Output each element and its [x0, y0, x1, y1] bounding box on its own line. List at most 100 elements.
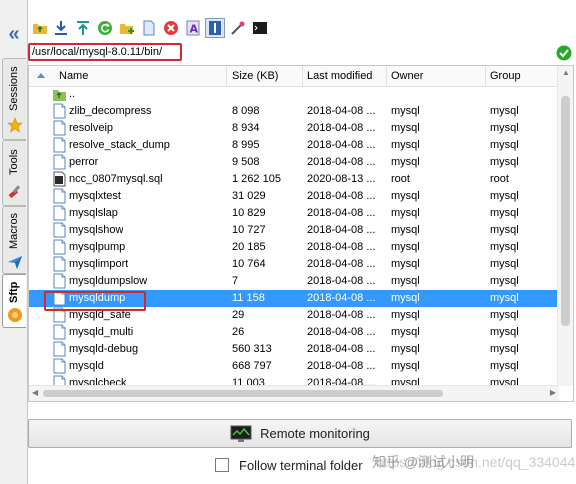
follow-terminal-option[interactable]: Follow terminal folder [215, 457, 363, 473]
column-header-owner[interactable]: Owner [387, 66, 486, 86]
file-size: 9 508 [232, 156, 260, 168]
column-header-name[interactable]: Name [55, 66, 227, 86]
file-owner: mysql [391, 156, 420, 168]
watermark-text: 知乎 @测试小明 [372, 454, 475, 470]
sort-ascending-icon [37, 73, 45, 78]
scroll-right-arrow-icon[interactable]: ▶ [550, 388, 556, 397]
table-row[interactable]: mysqlshow 10 727 2018-04-08 ... mysql mysql [29, 222, 559, 239]
table-row[interactable]: perror 9 508 2018-04-08 ... mysql mysql [29, 154, 559, 171]
file-icon [53, 205, 66, 221]
table-row[interactable]: mysqld_multi 26 2018-04-08 ... mysql mysql [29, 324, 559, 341]
upload-icon [77, 21, 89, 35]
tab-tools[interactable]: Tools [2, 140, 26, 206]
terminal-button[interactable] [250, 18, 270, 38]
delete-button[interactable] [161, 18, 181, 38]
file-name: zlib_decompress [69, 105, 152, 117]
new-folder-button[interactable] [117, 18, 137, 38]
file-group: mysql [490, 292, 519, 304]
new-file-button[interactable] [139, 18, 159, 38]
file-icon [53, 222, 66, 238]
toggle-view-button[interactable] [205, 18, 225, 38]
download-button[interactable] [51, 18, 71, 38]
file-modified: 2018-04-08 ... [307, 139, 376, 151]
parent-folder-button[interactable] [30, 18, 50, 38]
refresh-icon [98, 21, 112, 35]
file-name: .. [69, 88, 76, 100]
file-owner: mysql [391, 190, 420, 202]
vertical-scrollbar[interactable]: ▲ [557, 66, 573, 386]
file-size: 10 727 [232, 224, 266, 236]
table-row[interactable]: ncc_0807mysql.sql 1 262 105 2020-08-13 ...… [29, 171, 559, 188]
upload-button[interactable] [73, 18, 93, 38]
file-modified: 2018-04-08 ... [307, 241, 376, 253]
tools-icon [8, 185, 21, 199]
refresh-button[interactable] [95, 18, 115, 38]
file-size: 560 313 [232, 343, 272, 355]
table-row[interactable]: mysqld-debug 560 313 2018-04-08 ... mysql my… [29, 341, 559, 358]
file-icon [53, 120, 66, 136]
file-owner: mysql [391, 292, 420, 304]
file-group: mysql [490, 360, 519, 372]
file-modified: 2020-08-13 ... [307, 173, 376, 185]
column-header-size[interactable]: Size (KB) [228, 66, 303, 86]
file-modified: 2018-04-08 ... [307, 275, 376, 287]
file-modified: 2018-04-08 ... [307, 360, 376, 372]
table-row[interactable]: mysqlslap 10 829 2018-04-08 ... mysql mysql [29, 205, 559, 222]
tab-sftp[interactable]: Sftp [2, 274, 26, 328]
file-icon [53, 154, 66, 170]
column-header-group[interactable]: Group [486, 66, 559, 86]
vertical-scroll-thumb[interactable] [561, 96, 570, 326]
svg-text:A: A [190, 23, 199, 36]
tab-sessions[interactable]: Sessions [2, 58, 26, 140]
table-row[interactable]: mysqlpump 20 185 2018-04-08 ... mysql mysql [29, 239, 559, 256]
table-row[interactable]: mysqlxtest 31 029 2018-04-08 ... mysql mysql [29, 188, 559, 205]
file-owner: mysql [391, 275, 420, 287]
table-row[interactable]: mysqlimport 10 764 2018-04-08 ... mysql mysq… [29, 256, 559, 273]
file-size: 8 098 [232, 105, 260, 117]
toggle-view-icon [209, 21, 221, 35]
file-icon [53, 358, 66, 374]
collapse-sidebar-icon[interactable]: « [3, 22, 25, 46]
rename-button[interactable]: A [183, 18, 203, 38]
file-name: perror [69, 156, 99, 168]
file-icon [53, 256, 66, 272]
file-size: 8 934 [232, 122, 260, 134]
file-name: resolve_stack_dump [69, 139, 170, 151]
new-file-icon [143, 20, 155, 36]
file-icon [53, 273, 66, 289]
remote-monitoring-button[interactable]: Remote monitoring [28, 419, 572, 448]
parent-folder-icon [53, 90, 66, 101]
horizontal-scrollbar[interactable]: ◀ ▶ [29, 385, 559, 401]
scroll-left-arrow-icon[interactable]: ◀ [32, 388, 38, 397]
file-group: mysql [490, 343, 519, 355]
path-input[interactable]: /usr/local/mysql-8.0.11/bin/ [28, 43, 182, 61]
settings-wand-button[interactable] [228, 18, 248, 38]
file-modified: 2018-04-08 ... [307, 207, 376, 219]
path-ok-icon[interactable] [556, 45, 572, 61]
file-name: mysqlshow [69, 224, 124, 236]
monitor-icon [230, 425, 252, 442]
file-size: 11 158 [232, 292, 265, 304]
follow-terminal-checkbox[interactable] [215, 458, 229, 472]
table-row[interactable]: zlib_decompress 8 098 2018-04-08 ... mysql m… [29, 103, 559, 120]
table-row[interactable]: resolve_stack_dump 8 995 2018-04-08 ... mys… [29, 137, 559, 154]
file-modified: 2018-04-08 ... [307, 122, 376, 134]
table-row[interactable]: .. [29, 86, 559, 103]
file-owner: mysql [391, 105, 420, 117]
table-row[interactable]: mysqld 668 797 2018-04-08 ... mysql mysql [29, 358, 559, 375]
file-modified: 2018-04-08 ... [307, 156, 376, 168]
column-header-modified[interactable]: Last modified [303, 66, 387, 86]
horizontal-scroll-thumb[interactable] [43, 390, 443, 397]
tab-macros-label: Macros [8, 212, 20, 250]
file-owner: mysql [391, 139, 420, 151]
table-row[interactable]: resolveip 8 934 2018-04-08 ... mysql mysql [29, 120, 559, 137]
settings-wand-icon [231, 21, 245, 35]
file-group: mysql [490, 139, 519, 151]
file-table: Name Size (KB) Last modified Owner Group… [28, 65, 574, 402]
table-row[interactable]: mysqldumpslow 7 2018-04-08 ... mysql mysql [29, 273, 559, 290]
file-name: mysqld [69, 360, 104, 372]
tab-macros[interactable]: Macros [2, 206, 26, 274]
file-icon [53, 341, 66, 357]
file-group: mysql [490, 241, 519, 253]
scroll-up-arrow-icon[interactable]: ▲ [562, 68, 570, 77]
